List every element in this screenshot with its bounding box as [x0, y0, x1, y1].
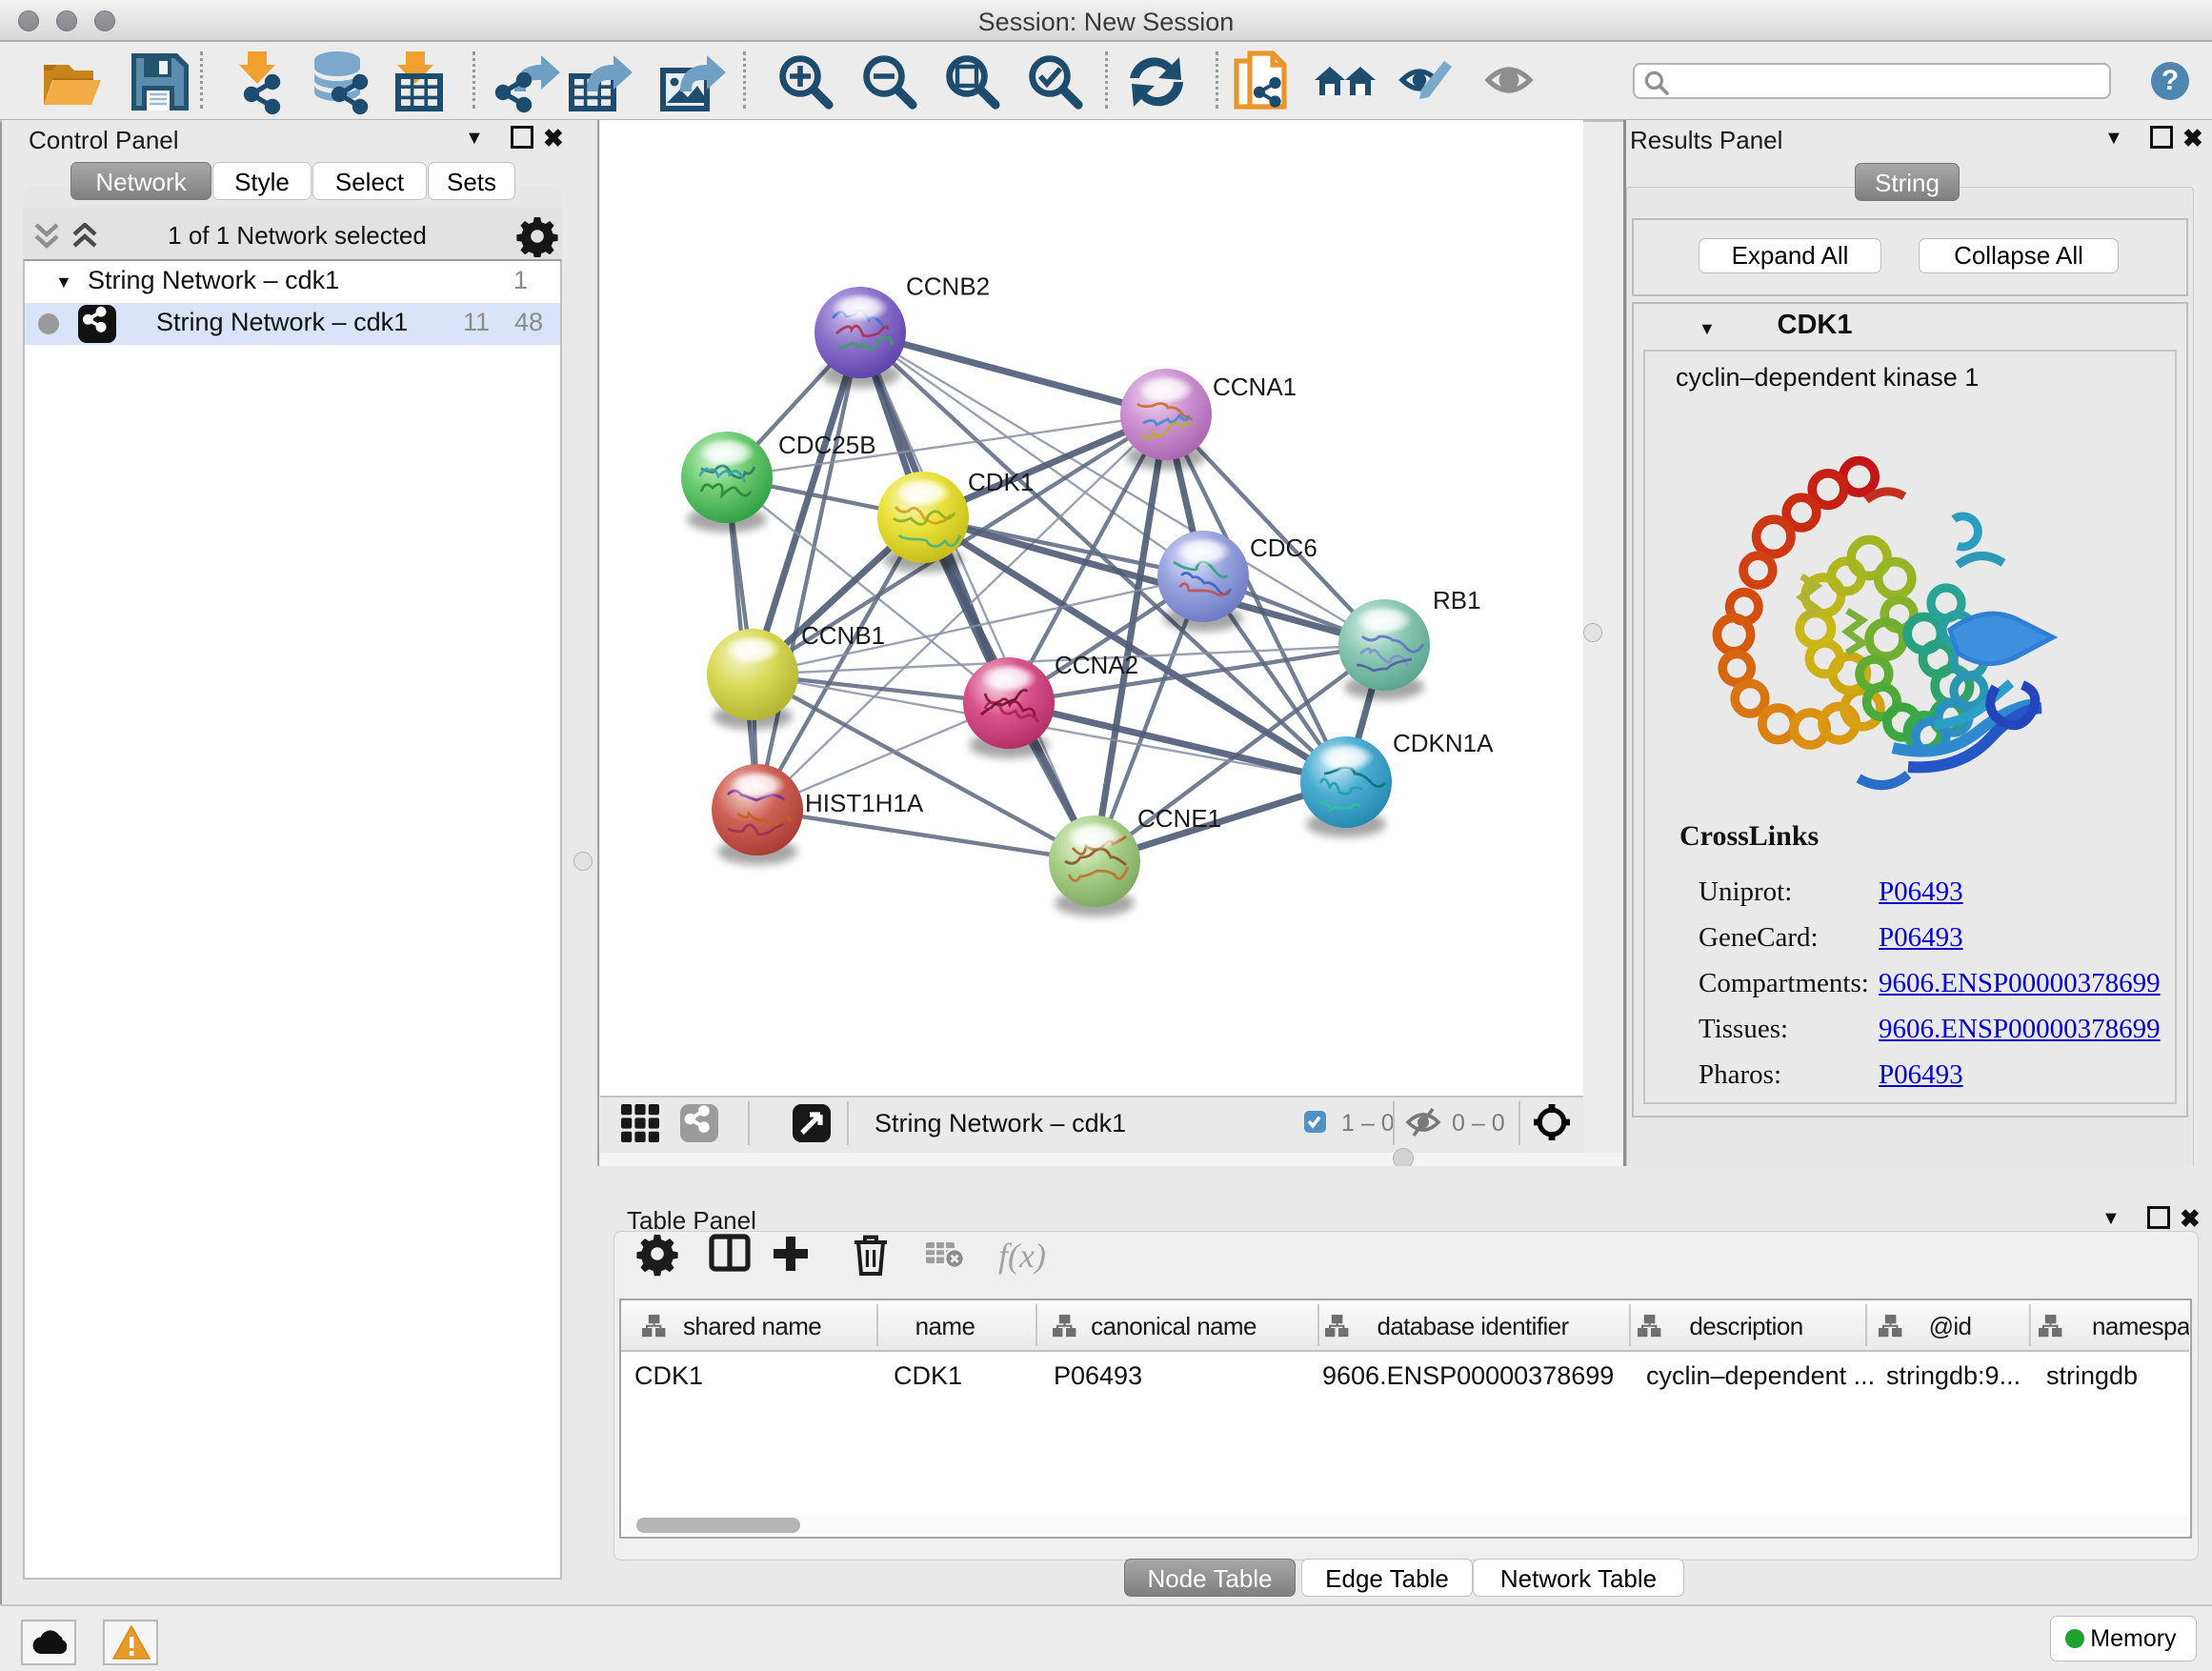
svg-text:canonical name: canonical name [1091, 1312, 1257, 1340]
svg-text:RB1: RB1 [1433, 586, 1481, 614]
svg-text:namespace: namespace [2092, 1312, 2189, 1340]
svg-text:CCNB1: CCNB1 [801, 621, 885, 650]
svg-text:String Network – cdk1: String Network – cdk1 [875, 1109, 1126, 1137]
svg-text:CDK1: CDK1 [968, 468, 1034, 496]
svg-text:@id: @id [1929, 1312, 1972, 1340]
svg-text:database identifier: database identifier [1377, 1312, 1569, 1340]
svg-text:CCNA2: CCNA2 [1055, 651, 1138, 679]
svg-text:HIST1H1A: HIST1H1A [805, 789, 924, 817]
svg-text:shared name: shared name [683, 1312, 821, 1340]
svg-text:CCNE1: CCNE1 [1137, 804, 1221, 833]
svg-text:f(x): f(x) [998, 1237, 1046, 1275]
svg-text:CCNB2: CCNB2 [906, 272, 990, 300]
svg-text:description: description [1689, 1312, 1802, 1340]
svg-text:CCNA1: CCNA1 [1213, 372, 1297, 401]
svg-text:CDC25B: CDC25B [778, 431, 876, 459]
svg-text:CDKN1A: CDKN1A [1393, 729, 1494, 757]
svg-text:CDC6: CDC6 [1250, 534, 1317, 562]
svg-text:0 – 0: 0 – 0 [1452, 1110, 1505, 1137]
svg-text:1 – 0: 1 – 0 [1341, 1110, 1395, 1137]
svg-text:name: name [915, 1312, 975, 1340]
